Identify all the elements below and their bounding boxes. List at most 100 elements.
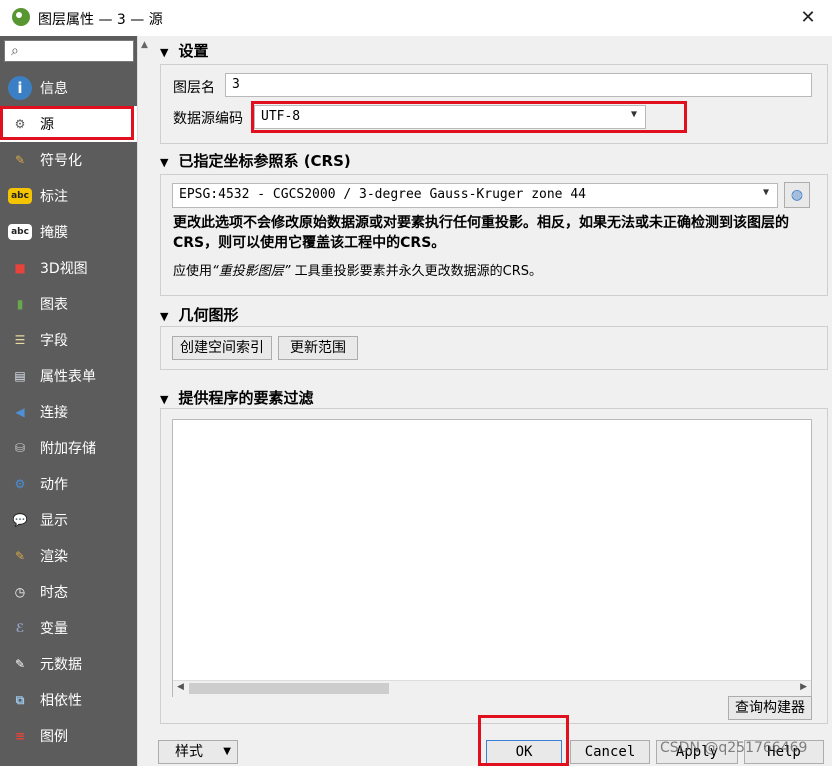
- sidebar-item[interactable]: 💬 显示: [0, 502, 137, 538]
- cancel-button[interactable]: Cancel: [570, 740, 650, 764]
- crs-group: EPSG:4532 - CGCS2000 / 3-degree Gauss-Kr…: [160, 174, 828, 296]
- search-icon: ⌕: [11, 43, 19, 59]
- symbology-brush-icon: ✎: [14, 153, 26, 167]
- crs-header-label: 已指定坐标参照系 (CRS): [178, 152, 351, 170]
- crs-combo[interactable]: EPSG:4532 - CGCS2000 / 3-degree Gauss-Kr…: [172, 183, 778, 208]
- geometry-header[interactable]: ▼ 几何图形: [160, 304, 238, 325]
- crs-header[interactable]: ▼ 已指定坐标参照系 (CRS): [160, 150, 351, 171]
- sidebar-item[interactable]: ℰ 变量: [0, 610, 137, 646]
- sidebar-item-label: 相依性: [40, 693, 82, 709]
- sidebar-item[interactable]: ◷ 时态: [0, 574, 137, 610]
- sidebar-item-label: 标注: [40, 189, 68, 205]
- sidebar-item-label: 符号化: [40, 153, 82, 169]
- scroll-right-icon[interactable]: ▶: [800, 682, 807, 692]
- close-button[interactable]: ✕: [792, 2, 824, 34]
- sidebar-item-label: 渲染: [40, 549, 68, 565]
- filter-header[interactable]: ▼ 提供程序的要素过滤: [160, 387, 313, 408]
- attribute-form-icon: ▤: [14, 369, 26, 383]
- style-dropdown[interactable]: 样式 ▼: [158, 740, 238, 764]
- sidebar-item[interactable]: ✎ 符号化: [0, 142, 137, 178]
- sidebar-item-label: 图例: [40, 729, 68, 745]
- crs-hint-suffix: 工具重投影要素并永久更改数据源的CRS。: [294, 264, 543, 279]
- crs-value: EPSG:4532 - CGCS2000 / 3-degree Gauss-Kr…: [179, 187, 586, 202]
- sidebar-item-label: 图表: [40, 297, 68, 313]
- sidebar-item-label: 元数据: [40, 657, 82, 673]
- sidebar-item[interactable]: ☰ 字段: [0, 322, 137, 358]
- info-icon: i: [8, 76, 32, 100]
- scroll-up-icon[interactable]: ▲: [141, 40, 148, 50]
- rendering-brush-icon: ✎: [14, 549, 26, 563]
- sidebar-item-label: 字段: [40, 333, 68, 349]
- sidebar-item-label: 属性表单: [40, 369, 96, 385]
- sidebar-item-label: 动作: [40, 477, 68, 493]
- window-title: 图层属性 — 3 — 源: [38, 12, 163, 28]
- ok-highlight: [478, 715, 569, 766]
- sidebar-item[interactable]: abc 标注: [0, 178, 137, 214]
- source-highlight: [0, 106, 134, 140]
- geometry-header-label: 几何图形: [178, 306, 239, 324]
- create-spatial-index-button[interactable]: 创建空间索引: [172, 336, 272, 360]
- sidebar-item[interactable]: ▤ 属性表单: [0, 358, 137, 394]
- sidebar-scrollbar[interactable]: ▲: [137, 36, 154, 766]
- crs-hint-prefix: 应使用: [173, 264, 213, 279]
- geometry-group: 创建空间索引 更新范围: [160, 326, 828, 370]
- sidebar-search[interactable]: ⌕: [4, 40, 134, 62]
- sidebar-item[interactable]: ≡ 图例: [0, 718, 137, 754]
- sidebar-item-label: 3D视图: [40, 261, 88, 277]
- sidebar-item-label: 掩膜: [40, 225, 68, 241]
- mask-abc-icon: abc: [8, 224, 32, 240]
- sidebar-item[interactable]: ⚙ 源: [0, 106, 137, 142]
- labels-abc-icon: abc: [8, 188, 32, 204]
- sidebar-item-label: 时态: [40, 585, 68, 601]
- sidebar-item[interactable]: ▮ 图表: [0, 286, 137, 322]
- crs-select-button[interactable]: ◍: [784, 182, 810, 208]
- 3d-cube-icon: ■: [14, 261, 26, 275]
- crs-warning: 更改此选项不会修改原始数据源或对要素执行任何重投影。相反，如果无法或未正确检测到…: [173, 215, 789, 251]
- watermark: CSDN @q251766469: [660, 740, 808, 756]
- dropdown-arrow-icon: ▼: [762, 187, 769, 198]
- collapse-triangle-icon: ▼: [160, 393, 169, 406]
- sidebar-item[interactable]: ■ 3D视图: [0, 250, 137, 286]
- sidebar-item[interactable]: abc 掩膜: [0, 214, 137, 250]
- sidebar-item[interactable]: ✎ 渲染: [0, 538, 137, 574]
- dropdown-arrow-icon: ▼: [223, 746, 231, 757]
- sidebar-item[interactable]: ✎ 元数据: [0, 646, 137, 682]
- sidebar-item[interactable]: i 信息: [0, 70, 137, 106]
- encoding-highlight: [251, 101, 687, 133]
- dependencies-icon: ⧉: [15, 693, 25, 707]
- title-bar: 图层属性 — 3 — 源 ✕: [0, 0, 832, 36]
- scroll-left-icon[interactable]: ◀: [177, 682, 184, 692]
- joins-icon: ◀: [15, 405, 25, 419]
- sidebar-item-label: 信息: [40, 81, 68, 97]
- sidebar: ⌕ i 信息 ⚙ 源 ✎ 符号化 abc 标注 abc 掩膜 ■ 3D视图 ▮ 图表 ☰ 字段 ▤ 属性表单 ◀ 连接…: [0, 36, 137, 766]
- display-speech-icon: 💬: [12, 513, 28, 527]
- qgis-logo-icon: [12, 8, 30, 26]
- filter-header-label: 提供程序的要素过滤: [178, 389, 314, 407]
- auxiliary-storage-icon: ⛁: [14, 441, 26, 455]
- crs-hint-tool: “重投影图层”: [212, 264, 291, 279]
- query-builder-button[interactable]: 查询构建器: [728, 696, 812, 720]
- actions-gear-icon: ⚙: [14, 477, 26, 491]
- temporal-clock-icon: ◷: [14, 585, 26, 599]
- collapse-triangle-icon: ▼: [160, 46, 169, 59]
- settings-header[interactable]: ▼ 设置: [160, 40, 208, 61]
- search-input[interactable]: [29, 42, 133, 62]
- sidebar-item[interactable]: ◀ 连接: [0, 394, 137, 430]
- layer-name-label: 图层名: [173, 80, 215, 96]
- sidebar-item-label: 变量: [40, 621, 68, 637]
- sidebar-item[interactable]: ⛁ 附加存储: [0, 430, 137, 466]
- sidebar-item[interactable]: ⚙ 动作: [0, 466, 137, 502]
- update-extent-button[interactable]: 更新范围: [278, 336, 358, 360]
- sidebar-item[interactable]: ⧉ 相依性: [0, 682, 137, 718]
- filter-hscrollbar[interactable]: ◀ ▶: [173, 680, 811, 697]
- filter-group: ◀ ▶ 查询构建器: [160, 408, 828, 724]
- collapse-triangle-icon: ▼: [160, 310, 169, 323]
- filter-text-area[interactable]: ◀ ▶: [172, 419, 812, 697]
- diagram-chart-icon: ▮: [16, 297, 24, 311]
- scroll-thumb[interactable]: [189, 683, 389, 694]
- sidebar-item-label: 附加存储: [40, 441, 96, 457]
- layer-name-input[interactable]: 3: [225, 73, 812, 97]
- variables-icon: ℰ: [15, 621, 25, 635]
- fields-table-icon: ☰: [14, 333, 26, 347]
- style-label: 样式: [175, 744, 203, 760]
